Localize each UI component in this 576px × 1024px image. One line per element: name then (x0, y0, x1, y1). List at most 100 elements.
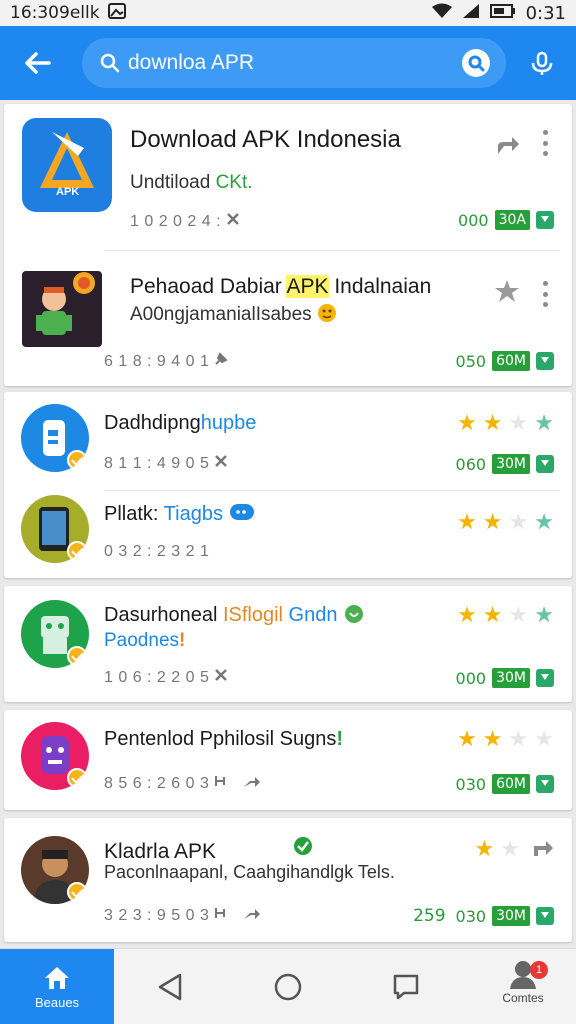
star-icon: ★ (482, 509, 503, 534)
app-meta: 1 0 2 0 2 4 : (130, 212, 240, 231)
app-title: Pllatk: Tiagbs (104, 503, 255, 526)
emoji-icon (317, 304, 336, 322)
nav-account-button[interactable]: 1 Comtes (490, 959, 556, 1019)
rating-stars: ★ ★ (475, 838, 554, 863)
app-meta: 8 5 6 : 2 6 0 3 (104, 774, 261, 793)
signal-icon (462, 3, 480, 24)
star-icon: ★ (534, 602, 554, 627)
star-icon: ★ (534, 509, 554, 534)
nav-home-circle-button[interactable] (264, 963, 312, 1011)
app-title: Download APK Indonesia (130, 126, 401, 153)
app-title: Pentenlod Pphilosil Sugns! (104, 728, 344, 750)
star-icon: ★ (508, 410, 529, 435)
rating-stars: ★ ★ ★ ★ (457, 412, 554, 434)
share-arrow-icon (498, 137, 519, 154)
more-options-button[interactable] (540, 130, 550, 156)
chat-icon (393, 974, 419, 1000)
download-button[interactable] (536, 907, 554, 925)
app-size-info: 030 60M (456, 774, 554, 794)
download-button[interactable] (536, 775, 554, 793)
pin-icon (215, 776, 226, 786)
more-options-button[interactable] (540, 281, 550, 307)
star-icon: ★ (500, 836, 520, 861)
app-title: Dasurhoneal ISflogil Gndn (104, 604, 365, 627)
star-icon: ★ (457, 602, 477, 627)
verified-badge-icon (67, 768, 87, 788)
app-meta: 1 0 6 : 2 2 0 5 (104, 668, 228, 687)
list-item[interactable]: Dasurhoneal ISflogil Gndn Paodnes! 1 0 6… (4, 586, 572, 702)
app-subtitle: Paodnes! (104, 630, 186, 651)
nav-messages-button[interactable] (382, 963, 430, 1011)
star-icon: ★ (482, 410, 503, 435)
status-clock: 0:31 (525, 2, 566, 24)
chat-bubble-icon (229, 504, 254, 520)
back-arrow-icon (25, 52, 51, 74)
share-arrow-icon (244, 777, 261, 787)
size-badge: 30M (492, 906, 530, 926)
share-arrow-icon (244, 909, 261, 919)
download-button[interactable] (536, 352, 554, 370)
app-icon-pllatk (21, 495, 89, 563)
app-subtitle: Undtiload CKt. (130, 172, 253, 193)
download-button[interactable] (536, 669, 554, 687)
app-icon-dadhdipng (21, 404, 89, 472)
star-icon: ★ (457, 509, 477, 534)
app-meta: 3 2 3 : 9 5 0 3 (104, 906, 261, 925)
app-icon-pentenlod (21, 722, 89, 790)
list-item[interactable]: Pehaoad Dabiar APK Indalnaian A00ngjaman… (4, 251, 572, 386)
app-icon-dasurhoneal (21, 600, 89, 668)
results-card-1: APK Download APK Indonesia Undtiload CKt… (4, 104, 572, 386)
star-icon: ★ (457, 410, 477, 435)
list-item[interactable]: Pentenlod Pphilosil Sugns! 8 5 6 : 2 6 0… (4, 710, 572, 810)
star-icon: ★ (534, 726, 554, 751)
rating-stars: ★ ★ ★ ★ (457, 511, 554, 533)
bottom-navigation: Beaues 1 Comtes (0, 948, 576, 1024)
favorite-button[interactable] (494, 279, 520, 308)
search-input[interactable] (128, 51, 428, 75)
list-item[interactable]: Pllatk: Tiagbs 0 3 2 : 2 3 2 1 ★ ★ ★ ★ (4, 491, 572, 578)
list-item[interactable]: Kladrla APK Paconlnaapanl, Caahgihandlgk… (4, 818, 572, 942)
battery-icon (489, 3, 516, 24)
results-card-3: Dasurhoneal ISflogil Gndn Paodnes! 1 0 6… (4, 586, 572, 702)
tool-icon (227, 213, 239, 225)
tool-icon (215, 455, 228, 467)
character-icon (36, 272, 95, 335)
list-item[interactable]: Dadhdipnghupbe 8 1 1 : 4 9 0 5 ★ ★ ★ ★ 0… (4, 392, 572, 490)
reply-arrow-icon[interactable] (532, 838, 554, 863)
star-icon: ★ (482, 602, 503, 627)
search-icon (100, 53, 120, 73)
rating-stars: ★ ★ ★ ★ (457, 604, 554, 626)
notification-badge: 1 (530, 961, 548, 979)
star-outline-icon (495, 280, 519, 302)
search-bar[interactable] (82, 38, 506, 88)
status-time: 16:309ellk (10, 3, 100, 23)
mic-button[interactable] (528, 50, 556, 78)
download-button[interactable] (536, 211, 554, 229)
app-subtitle: A00ngjamanialIsabes (130, 303, 337, 326)
lens-button[interactable] (462, 49, 490, 77)
rating-stars: ★ ★ ★ ★ (457, 728, 554, 750)
app-title: Pehaoad Dabiar APK Indalnaian (130, 275, 432, 298)
back-button[interactable] (8, 26, 66, 100)
wifi-icon (431, 3, 452, 24)
app-size-info: 000 30A (458, 210, 554, 230)
size-badge: 60M (492, 351, 530, 371)
list-item[interactable]: APK Download APK Indonesia Undtiload CKt… (4, 104, 572, 250)
app-icon-pehaoad (22, 271, 102, 347)
pin-icon (215, 908, 226, 918)
app-bar (0, 26, 576, 100)
app-size-info: 060 30M (456, 454, 554, 474)
app-title: Kladrla APK (104, 836, 314, 864)
star-icon: ★ (534, 410, 554, 435)
nav-home-button[interactable]: Beaues (0, 949, 114, 1024)
app-size-info: 050 60M (456, 351, 554, 371)
nav-account-label: Comtes (502, 991, 544, 1005)
share-button[interactable] (496, 134, 520, 161)
download-button[interactable] (536, 455, 554, 473)
tool-icon (215, 669, 228, 681)
star-icon: ★ (508, 726, 529, 751)
results-card-2: Dadhdipnghupbe 8 1 1 : 4 9 0 5 ★ ★ ★ ★ 0… (4, 392, 572, 578)
app-title: Dadhdipnghupbe (104, 412, 257, 434)
nav-back-button[interactable] (146, 963, 194, 1011)
home-icon (45, 966, 69, 989)
